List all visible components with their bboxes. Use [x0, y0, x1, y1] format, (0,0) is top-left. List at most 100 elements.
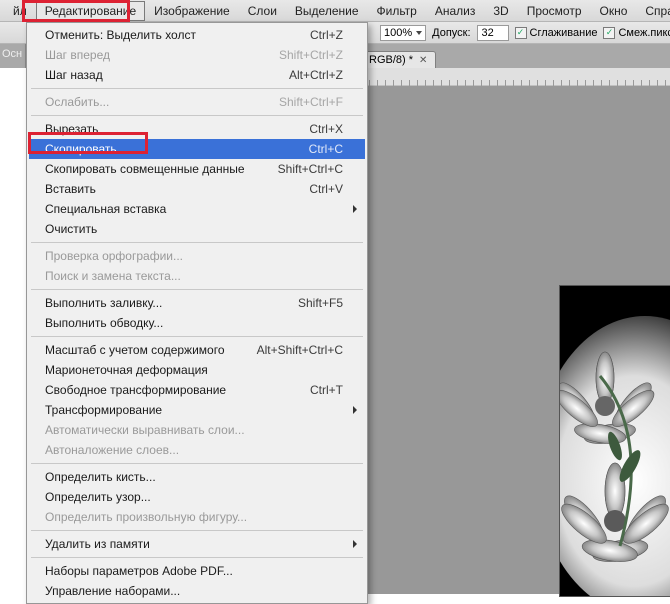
menu-item-17[interactable]: Выполнить обводку...	[29, 313, 365, 333]
menu-item-6[interactable]: ВырезатьCtrl+X	[29, 119, 365, 139]
tolerance-input[interactable]	[477, 25, 509, 41]
menu-item-label: Марионеточная деформация	[45, 363, 208, 377]
canvas-image	[560, 286, 670, 596]
canvas-workspace	[360, 86, 670, 594]
zoom-dropdown[interactable]: 100%	[380, 25, 426, 41]
menu-item-label: Определить кисть...	[45, 470, 156, 484]
menu-item-8[interactable]: Скопировать совмещенные данные Shift+Ctrl…	[29, 159, 365, 179]
contiguous-checkbox[interactable]: ✓ Смеж.пикс	[603, 27, 670, 39]
menu-item-shortcut: Ctrl+C	[309, 142, 343, 156]
menu-item-shortcut: Alt+Shift+Ctrl+C	[257, 343, 343, 357]
menu-view[interactable]: Просмотр	[518, 1, 591, 21]
checkbox-icon: ✓	[603, 27, 615, 39]
menu-item-0[interactable]: Отменить: Выделить холст Ctrl+Z	[29, 25, 365, 45]
ruler-horizontal	[360, 68, 670, 86]
menu-item-label: Скопировать совмещенные данные	[45, 162, 245, 176]
menu-item-33[interactable]: Управление наборами...	[29, 581, 365, 601]
edit-dropdown-menu: Отменить: Выделить холст Ctrl+Z Шаг вперед…	[26, 22, 368, 604]
menu-item-label: Отменить: Выделить холст	[45, 28, 196, 42]
menu-item-label: Поиск и замена текста...	[45, 269, 181, 283]
menu-item-20[interactable]: Марионеточная деформация	[29, 360, 365, 380]
menu-item-13: Проверка орфографии...	[29, 246, 365, 266]
menu-separator	[31, 530, 363, 531]
menu-item-label: Очистить	[45, 222, 97, 236]
menu-separator	[31, 557, 363, 558]
main-menubar: йл Редактирование Изображение Слои Выдел…	[0, 0, 670, 22]
menu-item-shortcut: Alt+Ctrl+Z	[289, 68, 343, 82]
menu-item-23: Автоматически выравнивать слои...	[29, 420, 365, 440]
menu-separator	[31, 336, 363, 337]
chevron-right-icon	[353, 406, 357, 414]
chevron-right-icon	[353, 205, 357, 213]
menu-item-7[interactable]: Скопировать Ctrl+C	[29, 139, 365, 159]
menu-filter[interactable]: Фильтр	[368, 1, 426, 21]
menu-item-11[interactable]: Очистить	[29, 219, 365, 239]
menu-item-label: Ослабить...	[45, 95, 109, 109]
menu-item-shortcut: Ctrl+Z	[310, 28, 343, 42]
menu-item-label: Скопировать	[45, 142, 117, 156]
menu-item-27[interactable]: Определить узор...	[29, 487, 365, 507]
menu-separator	[31, 242, 363, 243]
menu-item-shortcut: Ctrl+V	[309, 182, 343, 196]
menu-item-label: Выполнить заливку...	[45, 296, 162, 310]
menu-item-32[interactable]: Наборы параметров Adobe PDF...	[29, 561, 365, 581]
menu-item-21[interactable]: Свободное трансформирование Ctrl+T	[29, 380, 365, 400]
menu-item-label: Удалить из памяти	[45, 537, 150, 551]
menu-item-9[interactable]: Вставить Ctrl+V	[29, 179, 365, 199]
menu-3d[interactable]: 3D	[484, 1, 517, 21]
menu-item-shortcut: Shift+F5	[298, 296, 343, 310]
tolerance-label: Допуск:	[432, 27, 470, 39]
menu-item-30[interactable]: Удалить из памяти	[29, 534, 365, 554]
menu-item-label: Вставить	[45, 182, 96, 196]
menu-item-label: Проверка орфографии...	[45, 249, 183, 263]
menu-item-shortcut: Shift+Ctrl+C	[278, 162, 343, 176]
menu-item-label: Вырезать	[45, 122, 98, 136]
menu-window[interactable]: Окно	[591, 1, 637, 21]
menu-file[interactable]: йл	[4, 1, 36, 21]
tab-label: RGB/8) *	[369, 54, 413, 66]
menu-item-label: Выполнить обводку...	[45, 316, 163, 330]
menu-item-label: Управление наборами...	[45, 584, 180, 598]
close-icon[interactable]: ✕	[419, 55, 427, 66]
menu-separator	[31, 115, 363, 116]
document-canvas[interactable]	[560, 286, 670, 596]
menu-item-label: Шаг вперед	[45, 48, 110, 62]
menu-item-shortcut: Shift+Ctrl+F	[279, 95, 343, 109]
options-left-label: Осн	[0, 44, 26, 68]
document-tab-2[interactable]: RGB/8) * ✕	[360, 51, 436, 68]
chevron-down-icon	[416, 31, 422, 35]
menu-item-label: Шаг назад	[45, 68, 103, 82]
menu-edit[interactable]: Редактирование	[36, 1, 145, 21]
menu-item-22[interactable]: Трансформирование	[29, 400, 365, 420]
menu-item-4: Ослабить... Shift+Ctrl+F	[29, 92, 365, 112]
menu-separator	[31, 289, 363, 290]
menu-item-26[interactable]: Определить кисть...	[29, 467, 365, 487]
menu-item-14: Поиск и замена текста...	[29, 266, 365, 286]
antialias-checkbox[interactable]: ✓ Сглаживание	[515, 27, 598, 39]
menu-separator	[31, 463, 363, 464]
menu-item-label: Определить произвольную фигуру...	[45, 510, 247, 524]
menu-analysis[interactable]: Анализ	[426, 1, 485, 21]
menu-item-16[interactable]: Выполнить заливку... Shift+F5	[29, 293, 365, 313]
checkbox-icon: ✓	[515, 27, 527, 39]
menu-item-label: Определить узор...	[45, 490, 151, 504]
menu-item-2[interactable]: Шаг назад Alt+Ctrl+Z	[29, 65, 365, 85]
menu-separator	[31, 88, 363, 89]
menu-item-28: Определить произвольную фигуру...	[29, 507, 365, 527]
menu-item-label: Специальная вставка	[45, 202, 166, 216]
menu-image[interactable]: Изображение	[145, 1, 239, 21]
antialias-label: Сглаживание	[530, 27, 598, 39]
menu-item-1: Шаг вперед Shift+Ctrl+Z	[29, 45, 365, 65]
menu-item-shortcut: Ctrl+T	[310, 383, 343, 397]
menu-select[interactable]: Выделение	[286, 1, 368, 21]
menu-help[interactable]: Справка	[636, 1, 670, 21]
menu-item-label: Свободное трансформирование	[45, 383, 226, 397]
menu-item-10[interactable]: Специальная вставка	[29, 199, 365, 219]
menu-item-19[interactable]: Масштаб с учетом содержимогоAlt+Shift+Ct…	[29, 340, 365, 360]
menu-item-label: Наборы параметров Adobe PDF...	[45, 564, 233, 578]
menu-item-shortcut: Shift+Ctrl+Z	[279, 48, 343, 62]
menu-layers[interactable]: Слои	[239, 1, 286, 21]
menu-item-label: Автоматически выравнивать слои...	[45, 423, 245, 437]
menu-item-24: Автоналожение слоев...	[29, 440, 365, 460]
contiguous-label: Смеж.пикс	[618, 27, 670, 39]
